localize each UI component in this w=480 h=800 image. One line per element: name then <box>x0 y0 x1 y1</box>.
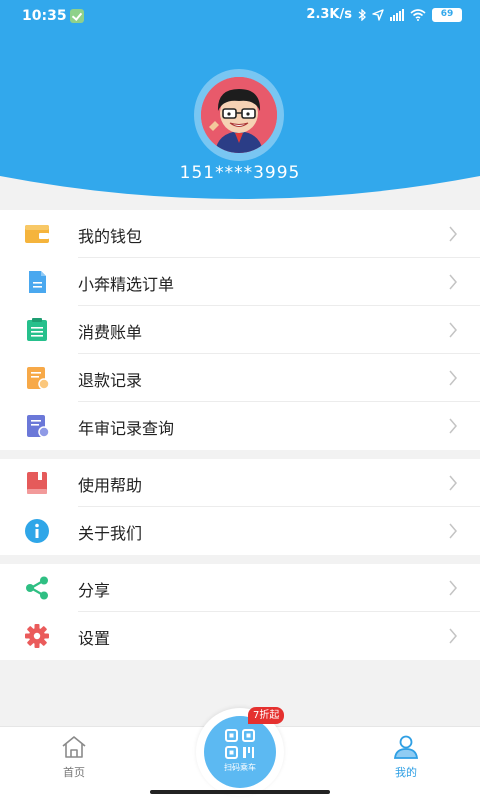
menu-group-help: 使用帮助 关于我们 <box>0 459 480 555</box>
profile-header: 10:35 2.3K/s 69 151****3995 <box>0 0 480 200</box>
chevron-right-icon <box>449 370 457 386</box>
bill-icon <box>27 318 47 341</box>
status-right: 2.3K/s 69 <box>306 7 462 22</box>
battery-icon: 69 <box>432 7 462 22</box>
wifi-icon <box>410 8 426 21</box>
menu-item-label: 小奔精选订单 <box>78 275 175 294</box>
chevron-right-icon <box>449 226 457 242</box>
nav-mine-label: 我的 <box>395 766 417 779</box>
menu-item-label: 关于我们 <box>78 524 143 543</box>
menu-item-refund-records[interactable]: 退款记录 <box>0 354 480 402</box>
avatar-ring <box>194 69 284 161</box>
chevron-right-icon <box>449 475 457 491</box>
menu-group-account: 我的钱包 小奔精选订单 消费账单 退款记录 年审记录查询 <box>0 210 480 450</box>
share-icon <box>26 576 48 600</box>
menu-item-label: 退款记录 <box>78 371 143 390</box>
menu-item-help[interactable]: 使用帮助 <box>0 459 480 507</box>
status-bar: 10:35 2.3K/s 69 <box>0 0 480 32</box>
location-arrow-icon <box>372 8 384 21</box>
chevron-right-icon <box>449 274 457 290</box>
menu-item-share[interactable]: 分享 <box>0 564 480 612</box>
menu-item-selected-orders[interactable]: 小奔精选订单 <box>0 258 480 306</box>
menu-item-settings[interactable]: 设置 <box>0 612 480 660</box>
scan-button-label: 扫码乘车 <box>224 763 256 772</box>
menu-group-settings: 分享 设置 <box>0 564 480 660</box>
nav-mine[interactable]: 我的 <box>376 735 436 780</box>
menu-item-label: 我的钱包 <box>78 227 143 246</box>
menu-item-wallet[interactable]: 我的钱包 <box>0 210 480 258</box>
menu-item-about-us[interactable]: 关于我们 <box>0 507 480 555</box>
home-indicator <box>150 790 330 794</box>
scan-to-ride-button[interactable]: 扫码乘车 <box>204 716 276 788</box>
qr-code-icon <box>225 729 255 759</box>
signal-icon <box>390 8 404 21</box>
menu-item-label: 设置 <box>78 629 111 648</box>
menu-item-label: 使用帮助 <box>78 476 143 495</box>
notification-check-icon <box>70 9 84 23</box>
user-icon <box>393 735 419 759</box>
avatar-container[interactable] <box>194 69 284 161</box>
chevron-right-icon <box>449 523 457 539</box>
user-phone-number: 151****3995 <box>179 163 301 183</box>
chevron-right-icon <box>449 580 457 596</box>
bluetooth-icon <box>358 8 366 21</box>
avatar-illustration <box>201 77 277 153</box>
chevron-right-icon <box>449 628 457 644</box>
gear-icon <box>25 624 49 648</box>
chevron-right-icon <box>449 418 457 434</box>
menu-item-label: 年审记录查询 <box>78 419 175 438</box>
info-icon <box>25 519 49 543</box>
menu-item-label: 分享 <box>78 581 111 600</box>
nav-home[interactable]: 首页 <box>44 735 104 780</box>
chevron-right-icon <box>449 322 457 338</box>
nav-home-label: 首页 <box>63 766 85 779</box>
wallet-icon <box>25 225 49 243</box>
help-book-icon <box>27 472 47 494</box>
avatar[interactable] <box>201 77 277 153</box>
network-speed: 2.3K/s <box>306 7 352 22</box>
record-search-icon <box>27 415 50 438</box>
menu-item-consumption-bill[interactable]: 消费账单 <box>0 306 480 354</box>
status-time: 10:35 <box>22 8 67 24</box>
discount-badge: 7折起 <box>248 707 285 724</box>
refund-icon <box>27 367 50 390</box>
home-icon <box>62 736 86 758</box>
menu-item-label: 消费账单 <box>78 323 143 342</box>
document-icon <box>29 271 46 293</box>
menu-item-annual-review-query[interactable]: 年审记录查询 <box>0 402 480 450</box>
